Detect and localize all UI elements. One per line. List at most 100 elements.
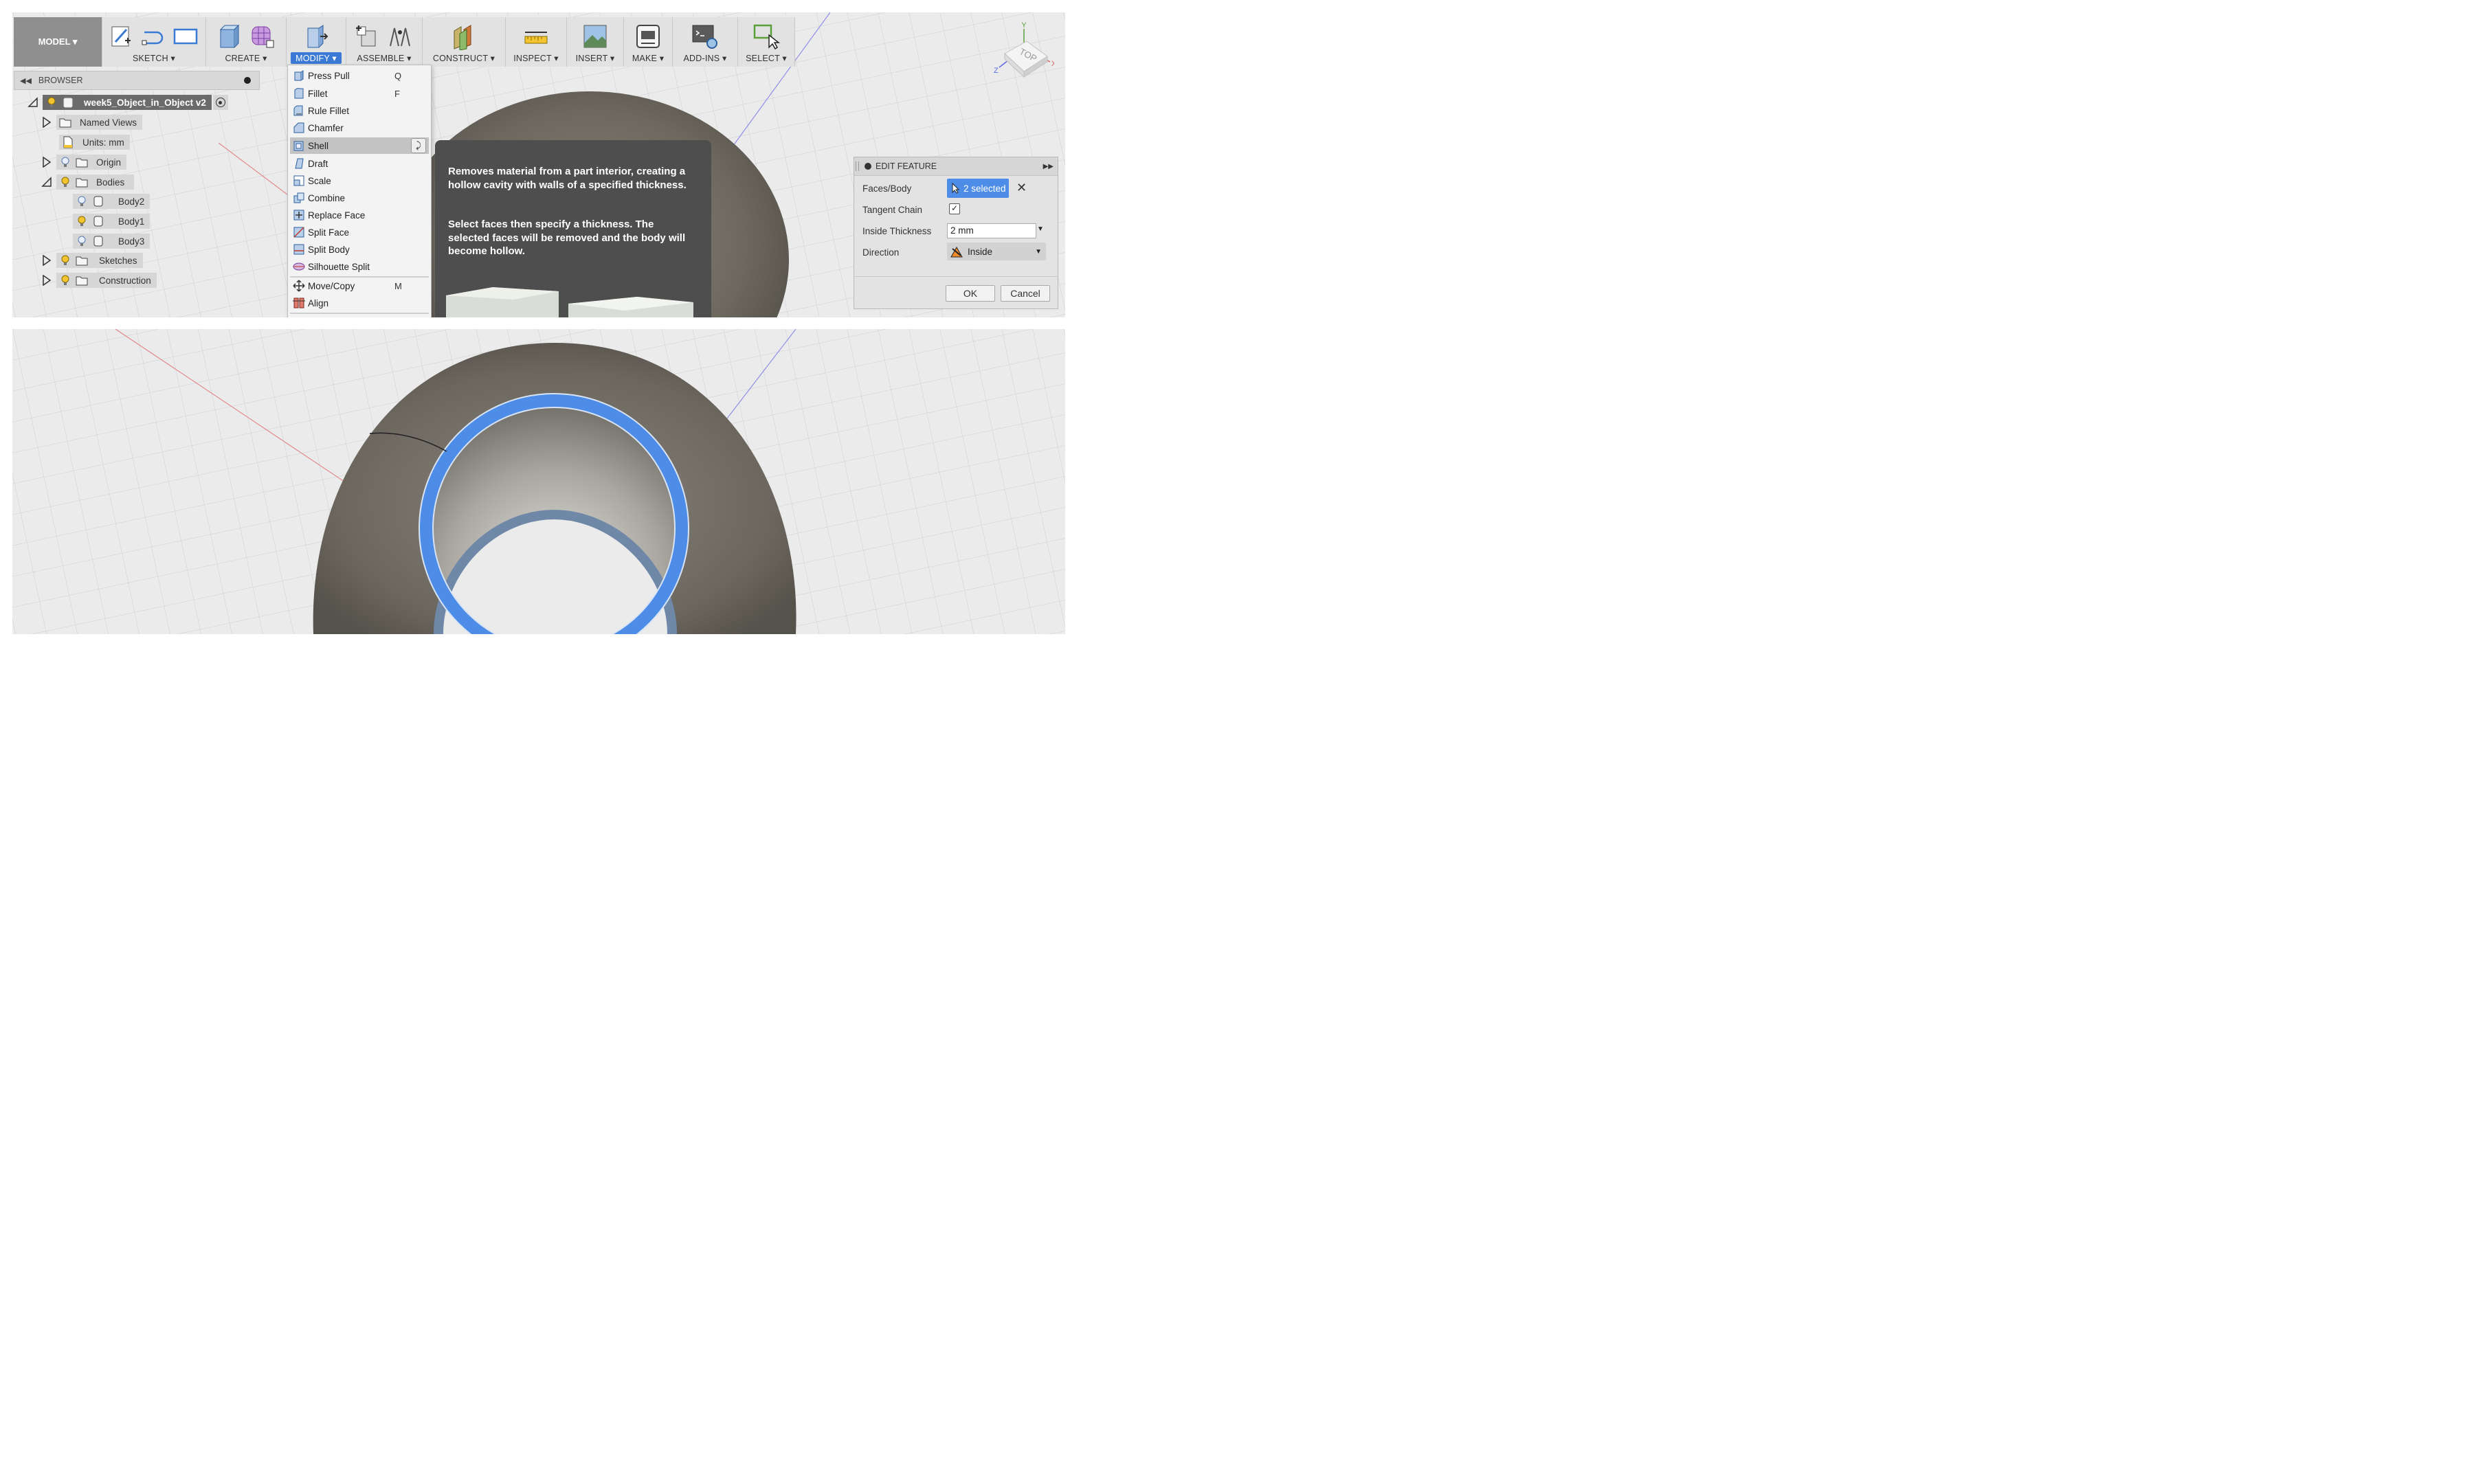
expand-triangle-icon[interactable] [41,157,52,168]
menu-item-label: Replace Face [308,210,366,221]
repeat-command-icon[interactable]: ⤸ [411,138,426,153]
collapse-browser-icon[interactable]: ◀◀ [20,76,32,85]
tree-item-named-views[interactable]: Named Views [41,115,143,130]
measure-icon[interactable] [522,23,550,50]
assemble-group[interactable]: ASSEMBLE ▾ [346,17,423,67]
direction-select[interactable]: Inside ▼ [947,243,1046,260]
ok-button[interactable]: OK [946,285,995,302]
menu-item-rule-fillet[interactable]: Rule Fillet [290,102,429,119]
viewcube[interactable]: TOP Y X Z [979,22,1054,91]
create-group[interactable]: CREATE ▾ [206,17,287,67]
modify-group[interactable]: MODIFY ▾ [287,17,346,67]
tree-item-label: Sketches [99,255,137,266]
expand-dialog-icon[interactable]: ▶▶ [1043,163,1054,170]
menu-item-fillet[interactable]: Fillet F [290,85,429,102]
visibility-bulb-icon[interactable] [76,215,88,227]
menu-item-draft[interactable]: Draft [290,155,429,172]
browser-pin-icon[interactable] [244,77,251,84]
menu-item-press-pull[interactable]: Press Pull Q [290,67,429,84]
expand-triangle-icon[interactable] [41,117,52,128]
shortcut-key: F [394,88,400,99]
menu-item-chamfer[interactable]: Chamfer [290,120,429,136]
tree-root-row[interactable]: week5_Object_in_Object v2 [27,95,228,110]
viewport-canvas-result[interactable] [12,329,1065,634]
collapse-triangle-icon[interactable] [41,177,52,188]
expand-triangle-icon[interactable] [41,255,52,266]
activate-radio-icon[interactable] [212,95,228,110]
add-ins-group[interactable]: ADD-INS ▾ [673,17,738,67]
modify-menu-label[interactable]: MODIFY ▾ [291,52,342,64]
make-group[interactable]: MAKE ▾ [624,17,673,67]
insert-image-icon[interactable] [581,23,609,50]
scripts-addins-icon[interactable] [691,23,719,50]
menu-item-label: Rule Fillet [308,105,350,116]
insert-group[interactable]: INSERT ▾ [567,17,624,67]
extrude-icon[interactable] [216,23,244,50]
tree-item-sketches[interactable]: Sketches [41,253,143,268]
visibility-bulb-icon[interactable] [59,176,71,188]
visibility-bulb-icon[interactable] [45,96,58,109]
silhouette-split-icon [293,262,305,271]
menu-item-label: Split Face [308,227,350,238]
inside-thickness-input[interactable]: 2 mm [947,223,1036,238]
create-sketch-icon[interactable] [109,23,136,50]
visibility-bulb-icon[interactable] [59,254,71,267]
tree-item-body1[interactable]: Body1 [73,214,151,229]
3d-print-icon[interactable] [634,23,662,50]
construct-group[interactable]: CONSTRUCT ▾ [423,17,506,67]
select-group[interactable]: SELECT ▾ [738,17,795,67]
workspace-switcher-button[interactable]: MODEL ▾ [14,17,102,67]
expand-triangle-icon[interactable] [41,275,52,286]
browser-title: BROWSER [38,76,83,85]
assemble-menu-label[interactable]: ASSEMBLE ▾ [346,53,422,63]
browser-header[interactable]: ◀◀ BROWSER [14,71,260,90]
rectangle-icon[interactable] [172,23,199,50]
dialog-grip-icon[interactable] [856,161,859,171]
menu-item-split-body[interactable]: Split Body [290,241,429,258]
cancel-button[interactable]: Cancel [1001,285,1050,302]
tree-item-body2[interactable]: Body2 [73,194,151,209]
menu-item-align[interactable]: Align [290,295,429,311]
collapse-triangle-icon[interactable] [27,97,38,108]
tree-item-units[interactable]: Units: mm [59,135,130,150]
collapse-dialog-icon[interactable] [865,163,871,170]
inspect-group[interactable]: INSPECT ▾ [506,17,567,67]
dialog-header[interactable]: EDIT FEATURE ▶▶ [854,157,1058,176]
offset-plane-icon[interactable] [450,23,478,50]
make-menu-label[interactable]: MAKE ▾ [624,53,672,63]
tree-item-bodies[interactable]: Bodies [41,175,135,190]
clear-selection-icon[interactable]: ✕ [1016,181,1027,195]
menu-item-split-face[interactable]: Split Face [290,224,429,240]
tree-item-origin[interactable]: Origin [41,155,127,170]
visibility-bulb-off-icon[interactable] [76,235,88,247]
visibility-bulb-off-icon[interactable] [76,195,88,207]
tree-item-construction[interactable]: Construction [41,273,157,288]
menu-item-replace-face[interactable]: Replace Face [290,207,429,223]
root-component[interactable]: week5_Object_in_Object v2 [43,95,212,110]
tree-item-body3[interactable]: Body3 [73,234,151,249]
select-menu-label[interactable]: SELECT ▾ [738,53,794,63]
visibility-bulb-off-icon[interactable] [59,156,71,168]
insert-menu-label[interactable]: INSERT ▾ [567,53,623,63]
joint-icon[interactable] [386,23,414,50]
press-pull-icon[interactable] [302,23,330,50]
create-menu-label[interactable]: CREATE ▾ [206,53,286,63]
menu-item-shell[interactable]: Shell ⤸ [290,137,429,154]
inspect-menu-label[interactable]: INSPECT ▾ [506,53,566,63]
select-icon[interactable] [753,23,780,50]
menu-item-silhouette-split[interactable]: Silhouette Split [290,258,429,275]
menu-item-move-copy[interactable]: Move/Copy M [290,278,429,294]
menu-item-combine[interactable]: Combine [290,190,429,206]
new-component-icon[interactable] [355,23,382,50]
form-icon[interactable] [248,23,276,50]
construct-menu-label[interactable]: CONSTRUCT ▾ [423,53,505,63]
sketch-menu-label[interactable]: SKETCH ▾ [102,53,205,63]
menu-item-scale[interactable]: Scale [290,172,429,189]
line-icon[interactable] [140,23,168,50]
visibility-bulb-icon[interactable] [59,274,71,286]
faces-body-selection-button[interactable]: 2 selected [947,179,1009,198]
tangent-chain-checkbox[interactable]: ✓ [949,203,960,214]
sketch-group[interactable]: SKETCH ▾ [102,17,206,67]
thickness-dropdown-icon[interactable]: ▼ [1037,225,1044,233]
add-ins-menu-label[interactable]: ADD-INS ▾ [673,53,737,63]
